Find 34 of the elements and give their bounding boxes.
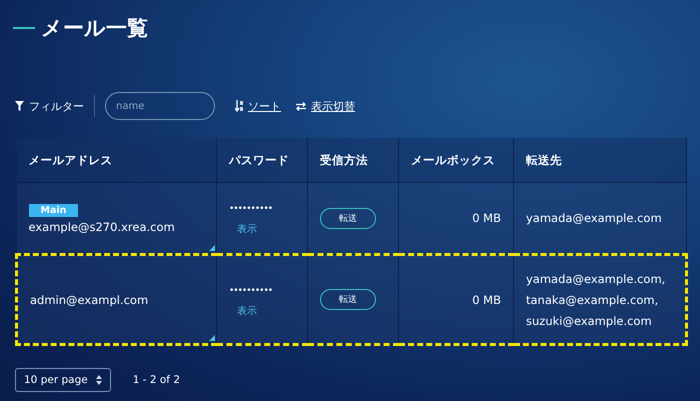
column-header: メールアドレス bbox=[16, 138, 216, 182]
title-accent bbox=[13, 27, 35, 29]
sort-link[interactable]: ソート bbox=[235, 98, 281, 114]
forward-address: tanaka@example.com, bbox=[526, 292, 660, 306]
sort-icon bbox=[235, 100, 244, 112]
page-range: 1 - 2 of 2 bbox=[132, 374, 180, 386]
forward-address: suzuki@example.com bbox=[526, 314, 653, 328]
column-header: 転送先 bbox=[514, 138, 686, 182]
column-header: 受信方法 bbox=[308, 138, 398, 182]
main-badge: Main bbox=[28, 204, 78, 217]
column-header: メールボックス bbox=[398, 138, 514, 182]
per-page-select[interactable]: 10 per page bbox=[15, 368, 111, 392]
method-button[interactable]: 転送 bbox=[320, 289, 376, 310]
corner-marker bbox=[209, 335, 215, 341]
forward-address: yamada@example.com bbox=[526, 211, 663, 225]
page-title: メール一覧 bbox=[41, 15, 148, 42]
masked-password: •••••••••• bbox=[229, 286, 272, 296]
email-address: admin@exampl.com bbox=[30, 292, 148, 306]
swap-icon bbox=[295, 102, 307, 110]
forward-address: yamada@example.com, bbox=[526, 272, 666, 286]
updown-icon bbox=[96, 375, 102, 385]
search-field[interactable]: name bbox=[105, 92, 215, 120]
corner-marker bbox=[209, 245, 215, 251]
filter-icon bbox=[15, 101, 24, 111]
column-header: パスワード bbox=[216, 138, 308, 182]
method-button[interactable]: 転送 bbox=[320, 208, 376, 228]
mailbox-size: 0 MB bbox=[472, 211, 501, 225]
email-address: example@s270.xrea.com bbox=[28, 220, 175, 234]
masked-password: •••••••••• bbox=[229, 204, 272, 214]
filter-label: フィルター bbox=[29, 98, 84, 114]
show-password-link[interactable]: 表示 bbox=[237, 222, 257, 236]
toggle-view-link[interactable]: 表示切替 bbox=[295, 98, 355, 114]
show-password-link[interactable]: 表示 bbox=[237, 304, 257, 318]
mailbox-size: 0 MB bbox=[472, 292, 501, 306]
